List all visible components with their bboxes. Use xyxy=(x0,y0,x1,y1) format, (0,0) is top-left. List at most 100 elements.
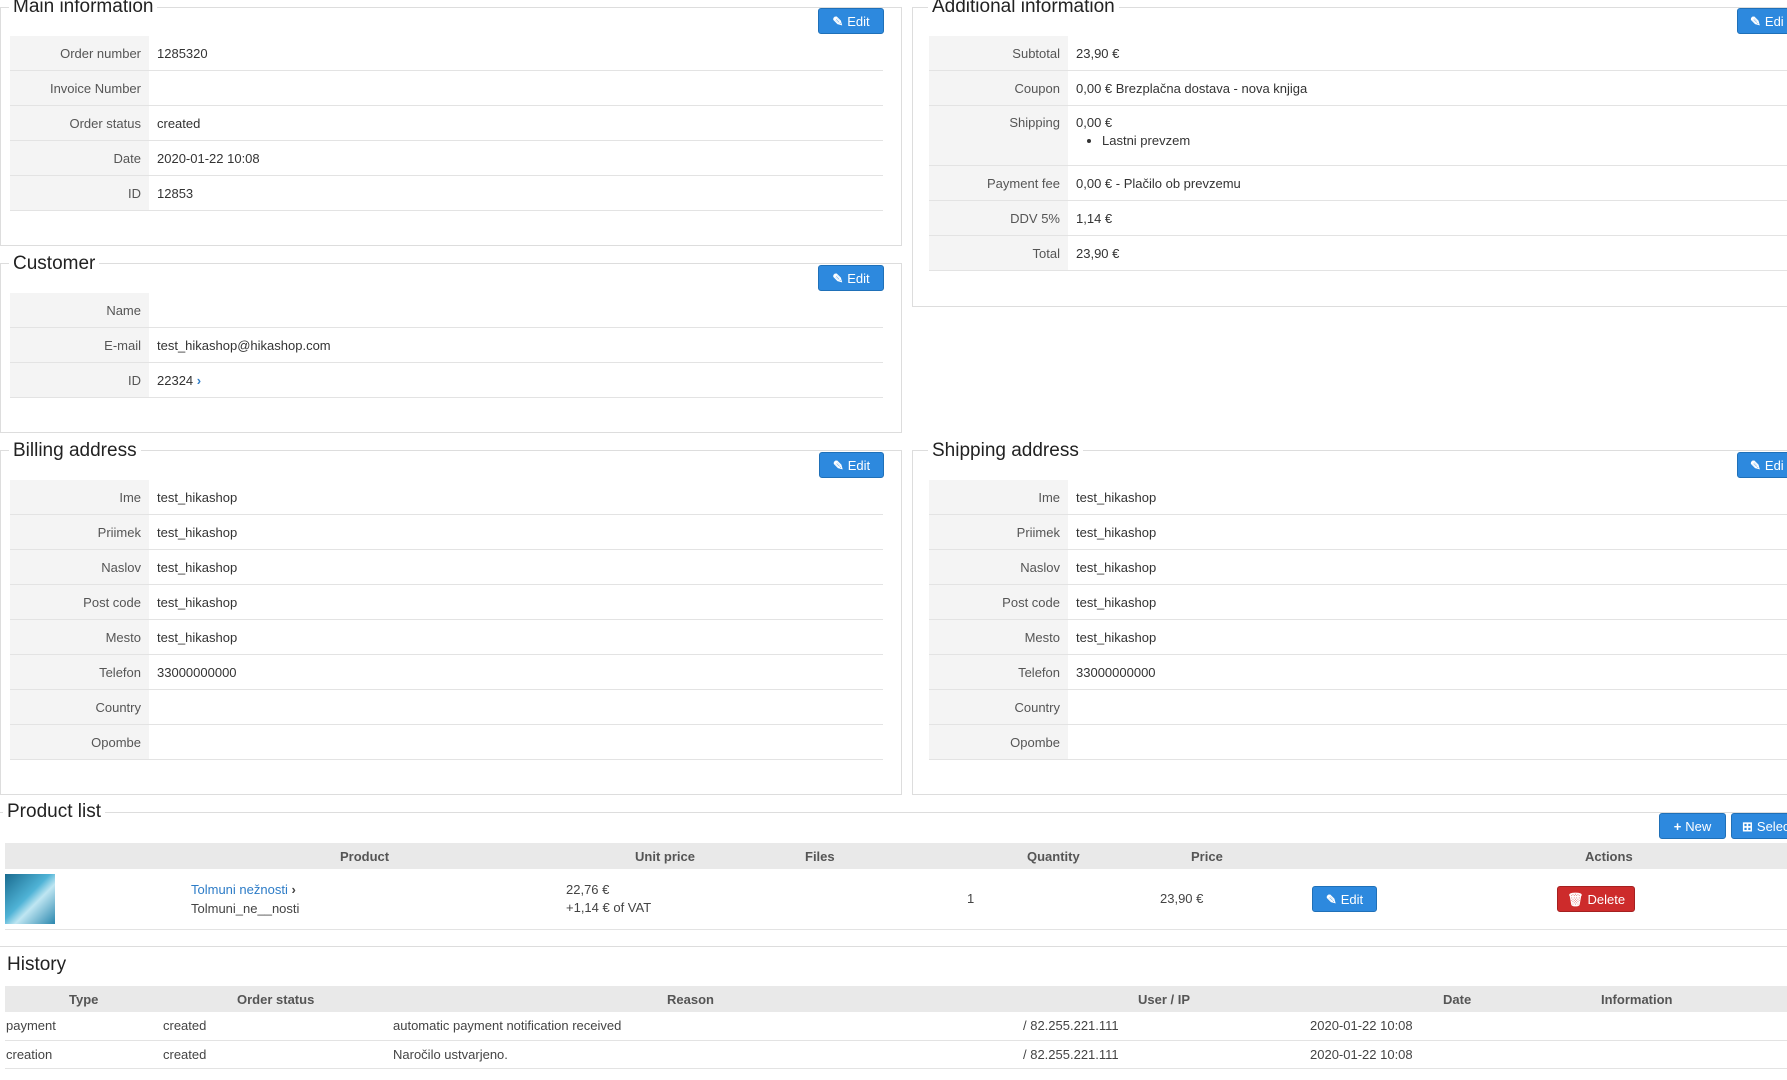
field-label: Date xyxy=(10,140,149,176)
table-row: Order status created xyxy=(10,105,883,141)
field-label: Payment fee xyxy=(929,165,1068,201)
field-value: 33000000000 xyxy=(149,654,883,690)
field-value: test_hikashop xyxy=(149,480,883,515)
field-label: Order status xyxy=(10,105,149,141)
field-label: Name xyxy=(10,293,149,328)
additional-information-title: Additional information xyxy=(928,0,1119,18)
table-row: Country xyxy=(929,689,1787,725)
edit-label: Edit xyxy=(847,271,870,286)
edit-label: Edit xyxy=(847,458,871,473)
table-row: creation created Naročilo ustvarjeno. / … xyxy=(5,1040,1787,1069)
edit-label: Edi xyxy=(1764,14,1784,29)
main-information-edit-button[interactable]: ✎ Edit xyxy=(818,8,884,34)
product-thumbnail[interactable] xyxy=(5,873,55,924)
field-label: Mesto xyxy=(929,619,1068,655)
field-value xyxy=(149,293,883,328)
shipping-address-edit-button[interactable]: ✎ Edi xyxy=(1737,452,1787,478)
column-header: Reason xyxy=(385,986,1005,1012)
table-row: Order number 1285320 xyxy=(10,36,883,71)
product-name-cell: Tolmuni nežnosti › Tolmuni_ne__nosti xyxy=(185,869,555,930)
customer-id-cell: 22324 › xyxy=(149,362,883,398)
field-label: Post code xyxy=(10,584,149,620)
field-label: Total xyxy=(929,235,1068,271)
field-label: Invoice Number xyxy=(10,70,149,106)
table-row: E-mail test_hikashop@hikashop.com xyxy=(10,327,883,363)
field-value: test_hikashop xyxy=(149,584,883,620)
column-header: Files xyxy=(745,843,915,869)
actions-cell: ✎ Edit 🗑 Delete xyxy=(1312,869,1787,930)
table-row: Mesto test_hikashop xyxy=(10,619,883,655)
table-row: Invoice Number xyxy=(10,70,883,106)
field-label: Mesto xyxy=(10,619,149,655)
chevron-right-icon[interactable]: › xyxy=(197,373,201,388)
table-row: Shipping 0,00 € Lastni prevzem xyxy=(929,105,1787,166)
field-label: Shipping xyxy=(929,105,1068,166)
table-row: Ime test_hikashop xyxy=(929,480,1787,515)
customer-table: Name E-mail test_hikashop@hikashop.com ID… xyxy=(10,293,883,398)
product-name-link[interactable]: Tolmuni nežnosti xyxy=(191,882,288,897)
table-row: Telefon 33000000000 xyxy=(10,654,883,690)
pencil-icon: ✎ xyxy=(1325,892,1337,907)
field-label: Coupon xyxy=(929,70,1068,106)
table-row: Priimek test_hikashop xyxy=(929,514,1787,550)
table-row: Mesto test_hikashop xyxy=(929,619,1787,655)
product-edit-button[interactable]: ✎ Edit xyxy=(1312,886,1377,912)
product-code: Tolmuni_ne__nosti xyxy=(191,900,300,916)
additional-information-edit-button[interactable]: ✎ Edi xyxy=(1737,8,1787,34)
table-row: Naslov test_hikashop xyxy=(929,549,1787,585)
field-label: E-mail xyxy=(10,327,149,363)
billing-address-edit-button[interactable]: ✎ Edit xyxy=(819,452,884,478)
table-row: ID 12853 xyxy=(10,175,883,211)
new-product-button[interactable]: + New xyxy=(1659,813,1726,839)
history-title: History xyxy=(3,954,71,976)
history-status: created xyxy=(163,1040,385,1069)
history-status: created xyxy=(163,1012,385,1041)
trash-icon: 🗑 xyxy=(1566,892,1584,907)
table-row: Naslov test_hikashop xyxy=(10,549,883,585)
billing-address-title: Billing address xyxy=(9,440,141,462)
product-list-title: Product list xyxy=(3,801,105,823)
chevron-right-icon[interactable]: › xyxy=(291,882,295,897)
select-label: Selec xyxy=(1756,819,1787,834)
field-value: 12853 xyxy=(149,175,883,211)
field-value xyxy=(1068,689,1787,725)
shipping-method: Lastni prevzem xyxy=(1102,133,1779,148)
field-value: test_hikashop xyxy=(149,619,883,655)
field-value xyxy=(149,689,883,725)
field-label: Opombe xyxy=(929,724,1068,760)
field-value: test_hikashop xyxy=(1068,480,1787,515)
table-row: Name xyxy=(10,293,883,328)
select-product-button[interactable]: ⊞ Selec xyxy=(1731,813,1787,839)
field-value: test_hikashop xyxy=(1068,584,1787,620)
table-row: Opombe xyxy=(10,724,883,760)
field-value: 1285320 xyxy=(149,36,883,71)
field-value: test_hikashop@hikashop.com xyxy=(149,327,883,363)
table-header-row: Type Order status Reason User / IP Date … xyxy=(5,986,1787,1012)
customer-edit-button[interactable]: ✎ Edit xyxy=(818,265,884,291)
history-type: payment xyxy=(5,1012,163,1041)
field-label: Country xyxy=(929,689,1068,725)
table-row: Telefon 33000000000 xyxy=(929,654,1787,690)
shipping-address-table: Ime test_hikashop Priimek test_hikashop Na… xyxy=(929,480,1787,760)
table-row: Post code test_hikashop xyxy=(929,584,1787,620)
table-row: Payment fee 0,00 € - Plačilo ob prevzemu xyxy=(929,165,1787,201)
field-value: 22324 xyxy=(157,372,194,388)
field-label: ID xyxy=(10,175,149,211)
history-date: 2020-01-22 10:08 xyxy=(1310,1012,1600,1041)
table-row: Post code test_hikashop xyxy=(10,584,883,620)
field-value: 2020-01-22 10:08 xyxy=(149,140,883,176)
history-reason: Naročilo ustvarjeno. xyxy=(385,1040,1005,1069)
history-divider xyxy=(0,946,1787,947)
field-value xyxy=(149,724,883,760)
column-header: Quantity xyxy=(915,843,1145,869)
product-delete-button[interactable]: 🗑 Delete xyxy=(1557,886,1635,912)
table-header-row: Product Unit price Files Quantity Price … xyxy=(5,843,1787,869)
field-label: Post code xyxy=(929,584,1068,620)
product-list-divider xyxy=(0,812,1787,813)
field-label: Telefon xyxy=(10,654,149,690)
history-table: Type Order status Reason User / IP Date … xyxy=(5,986,1787,1069)
field-value: 23,90 € xyxy=(1068,36,1787,71)
field-value: test_hikashop xyxy=(1068,619,1787,655)
column-header: Product xyxy=(185,843,555,869)
vat-amount: +1,14 € of VAT xyxy=(566,900,652,916)
